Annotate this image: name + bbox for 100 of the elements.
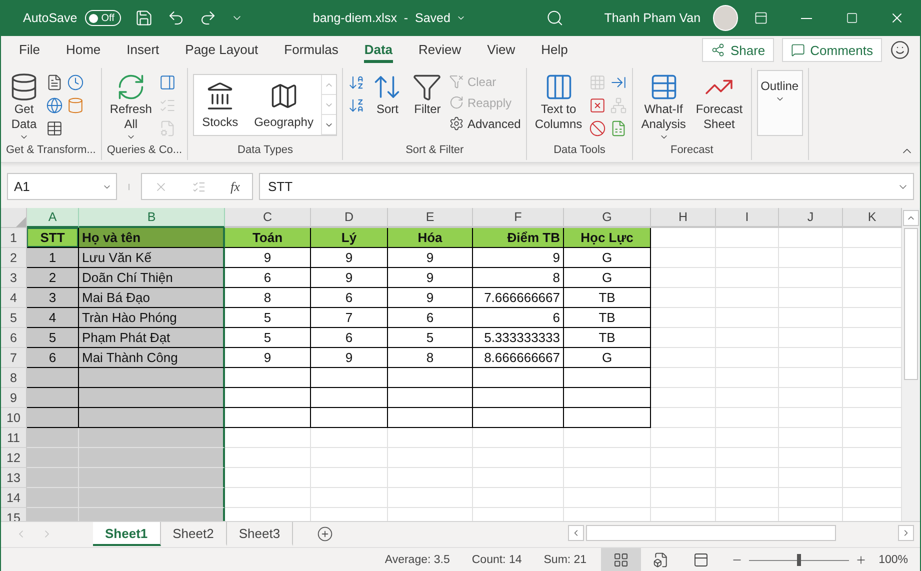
table-cell: Lưu Văn Kế — [79, 248, 225, 268]
row-header[interactable]: 12 — [1, 448, 27, 468]
panel-icon[interactable] — [158, 74, 176, 91]
column-header[interactable]: E — [388, 208, 473, 228]
table-cell: 8 — [473, 268, 564, 288]
redo-icon — [198, 9, 217, 27]
formula-field[interactable]: STT — [259, 173, 914, 200]
avatar[interactable] — [712, 5, 738, 31]
row-header[interactable]: 9 — [1, 388, 27, 408]
recent-file-icon[interactable] — [67, 74, 84, 91]
table-cell: 9 — [311, 348, 388, 368]
table-cell: G — [564, 348, 651, 368]
menu-tab[interactable]: Insert — [126, 38, 160, 62]
table-cell: 2 — [27, 268, 79, 288]
row-header[interactable]: 11 — [1, 428, 27, 448]
ribbon-small-button[interactable]: Advanced — [449, 116, 521, 131]
maximize-icon — [846, 12, 858, 24]
row-header[interactable]: 14 — [1, 488, 27, 508]
sheet-tab[interactable]: Sheet1 — [93, 522, 161, 546]
sort-ascending-icon[interactable] — [348, 74, 366, 91]
ribbon-button[interactable]: Get Data — [6, 70, 42, 144]
row-header[interactable]: 13 — [1, 468, 27, 488]
count-readout: Count: 14 — [472, 554, 522, 566]
table-cell: 9 — [225, 248, 311, 268]
row-header[interactable]: 8 — [1, 368, 27, 388]
group-label: Data Types — [236, 144, 294, 158]
ribbon-button[interactable]: Filter — [409, 70, 446, 136]
vertical-scrollbar[interactable] — [902, 208, 920, 521]
text-file-icon[interactable] — [46, 74, 63, 91]
row-header[interactable]: 7 — [1, 348, 27, 368]
column-header[interactable]: A — [27, 208, 79, 228]
web-file-icon[interactable] — [46, 97, 63, 114]
clear-filter-icon — [449, 74, 464, 89]
table-icon[interactable] — [46, 120, 63, 137]
ribbon-button[interactable]: Text to Columns — [532, 70, 586, 136]
table-cell: Doãn Chí Thiện — [79, 268, 225, 288]
table-cell: 5.333333333 — [473, 328, 564, 348]
column-header[interactable]: G — [564, 208, 651, 228]
menu-tab[interactable]: Review — [418, 38, 462, 62]
ribbon-button[interactable]: What-If Analysis — [638, 70, 689, 144]
gallery-item[interactable]: Stocks — [194, 75, 246, 135]
zoom-percent[interactable]: 100% — [878, 554, 908, 566]
sum-readout: Sum: 21 — [544, 554, 587, 566]
average-readout: Average: 3.5 — [384, 554, 450, 566]
column-header[interactable]: C — [225, 208, 311, 228]
sort-descending-icon[interactable] — [348, 97, 366, 114]
table-cell: G — [564, 248, 651, 268]
gallery-item[interactable]: Geography — [246, 75, 322, 135]
share-button[interactable]: Share — [702, 38, 774, 62]
comment-icon — [791, 43, 806, 57]
table-cell: Tràn Hào Phóng — [79, 308, 225, 328]
column-header[interactable]: D — [311, 208, 388, 228]
table-cell: 1 — [27, 248, 79, 268]
horizontal-scrollbar[interactable] — [568, 525, 914, 541]
ribbon-button[interactable]: Forecast Sheet — [692, 70, 746, 136]
column-header[interactable]: I — [716, 208, 779, 228]
column-header[interactable]: B — [79, 208, 225, 228]
column-header[interactable]: J — [779, 208, 843, 228]
ribbon-button[interactable]: Outline — [756, 70, 803, 136]
column-header[interactable]: K — [843, 208, 902, 228]
menu-tab[interactable]: Formulas — [284, 38, 338, 62]
view-button[interactable] — [600, 548, 641, 571]
database-file-icon[interactable] — [67, 97, 84, 114]
sheet-tab[interactable]: Sheet3 — [226, 522, 294, 546]
table-cell: TB — [564, 328, 651, 348]
name-box[interactable]: A1 — [7, 173, 117, 200]
column-header[interactable]: H — [651, 208, 716, 228]
table-cell: 5 — [27, 328, 79, 348]
row-header[interactable]: 5 — [1, 308, 27, 328]
table-cell: 8 — [388, 348, 473, 368]
comments-button[interactable]: Comments — [782, 38, 882, 62]
row-header[interactable]: 1 — [1, 228, 27, 248]
menu-tab[interactable]: Help — [541, 38, 568, 62]
table-cell: 6 — [311, 288, 388, 308]
corner-triangle-icon — [16, 217, 26, 227]
insert-function-button[interactable]: fx — [230, 178, 240, 194]
table-cell: TB — [564, 288, 651, 308]
menu-tab[interactable]: File — [19, 38, 40, 62]
table-cell: 5 — [225, 308, 311, 328]
column-header[interactable]: F — [473, 208, 564, 228]
row-header[interactable]: 6 — [1, 328, 27, 348]
ribbon-button[interactable]: Sort — [369, 70, 406, 136]
row-header[interactable]: 10 — [1, 408, 27, 428]
table-cell: 9 — [311, 268, 388, 288]
autosave-toggle[interactable]: Off — [85, 10, 121, 26]
sheet-tab[interactable]: Sheet2 — [160, 522, 227, 546]
row-header[interactable]: 2 — [1, 248, 27, 268]
row-header[interactable]: 4 — [1, 288, 27, 308]
normal-view-icon — [612, 552, 629, 568]
row-header[interactable]: 3 — [1, 268, 27, 288]
table-cell: 9 — [225, 348, 311, 368]
ribbon-button[interactable]: Refresh All — [106, 70, 155, 144]
menu-tab[interactable]: Page Layout — [185, 38, 258, 62]
table-cell: 9 — [388, 288, 473, 308]
user-name[interactable]: Thanh Pham Van — [604, 11, 701, 25]
zoom-thumb[interactable] — [796, 554, 801, 566]
table-cell: Lý — [311, 228, 388, 248]
scroll-thumb[interactable] — [904, 228, 918, 380]
menu-tab[interactable]: View — [487, 38, 516, 62]
menu-tab[interactable]: Home — [66, 38, 101, 62]
